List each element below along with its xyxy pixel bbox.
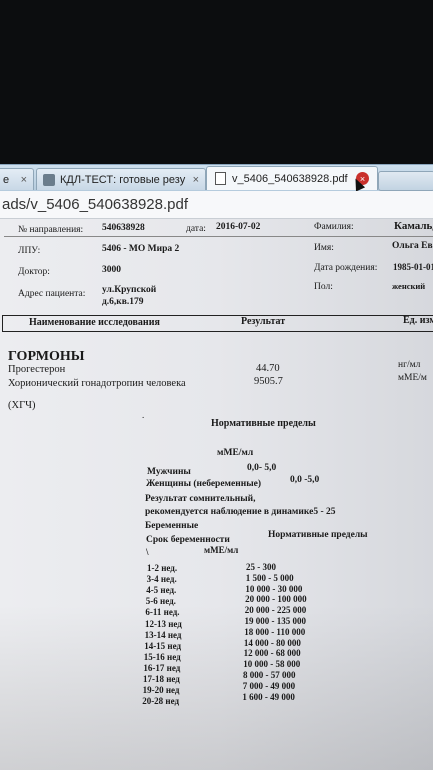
dob-value: 1985-01-01	[393, 262, 433, 272]
column-result-header: Результат	[241, 316, 286, 327]
norm-term: 17-18 нед	[143, 674, 180, 684]
column-name-header: Наименование исследования	[29, 317, 160, 328]
lpu-value: 5406 - МО Мира 2	[102, 244, 180, 254]
norm-term: 4-5 нед.	[146, 585, 177, 596]
tab-bar: e × КДЛ-ТЕСТ: готовые резу × v_5406_5406…	[0, 164, 433, 191]
norm-term: 3-4 нед.	[146, 574, 177, 585]
test-value: 44.70	[256, 363, 280, 374]
pregnant-label: Беременные	[145, 521, 199, 531]
order-value: 540638928	[102, 223, 145, 233]
norm-term: 15-16 нед	[143, 651, 181, 662]
address-line2: д.6,кв.179	[102, 297, 144, 307]
tab-title: v_5406_540638928.pdf	[232, 172, 348, 185]
date-label: дата:	[186, 224, 206, 234]
norm-range: 14 000 - 80 000	[243, 637, 301, 648]
men-label: Мужчины	[147, 467, 191, 477]
tab-title: e	[3, 173, 10, 186]
note-line1: Результат сомнительный,	[145, 494, 256, 504]
test-value: 9505.7	[254, 376, 283, 387]
close-icon[interactable]: ×	[21, 174, 27, 186]
site-favicon-icon	[43, 173, 55, 186]
norm-unit-header: мМЕ/мл	[204, 545, 239, 555]
surname-label: Фамилия:	[314, 222, 354, 232]
norm-range: 19 000 - 135 000	[244, 616, 307, 626]
document-icon	[215, 172, 226, 185]
norm-range: 10 000 - 58 000	[243, 659, 301, 670]
norm-range: 1 500 - 5 000	[245, 572, 294, 583]
name-label: Имя:	[314, 243, 334, 253]
address-bar[interactable]: ads/v_5406_540638928.pdf	[0, 191, 433, 219]
norm-term: 14-15 нед	[144, 640, 182, 651]
test-unit: нг/мл	[398, 360, 421, 370]
note-line2: рекомендуется наблюдение в динамике5 - 2…	[145, 507, 336, 517]
slash-marker: \	[146, 547, 149, 557]
test-unit: мМЕ/м	[398, 373, 427, 383]
tab-pdf-active[interactable]: v_5406_540638928.pdf ×	[206, 166, 378, 190]
name-value: Ольга Ев	[392, 241, 433, 251]
address-url: ads/v_5406_540638928.pdf	[2, 196, 189, 213]
doctor-label: Доктор:	[18, 267, 50, 277]
column-unit-header: Ед. изм	[403, 315, 433, 326]
dob-label: Дата рождения:	[314, 263, 378, 273]
address-line1: ул.Крупской	[102, 285, 157, 295]
pdf-page: № направления: 540638928 дата: 2016-07-0…	[0, 219, 433, 770]
dot-marker: .	[142, 410, 145, 420]
test-name: Хорионический гонадотропин человека	[8, 378, 186, 389]
test-name-continued: (ХГЧ)	[8, 400, 36, 411]
women-value: 0,0 -5,0	[290, 475, 320, 485]
address-label: Адрес пациента:	[18, 289, 86, 299]
section-title: ГОРМОНЫ	[8, 349, 85, 364]
order-label: № направления:	[18, 225, 84, 235]
tab-title: КДЛ-ТЕСТ: готовые резу	[60, 173, 186, 186]
norm-range: 20 000 - 225 000	[244, 605, 307, 616]
norm-term: 20-28 нед	[142, 696, 180, 707]
norm-term: 1-2 нед.	[147, 563, 178, 573]
norms-title: Нормативные пределы	[211, 418, 316, 429]
results-table-header: Наименование исследования Результат Ед. …	[2, 315, 433, 332]
norm-range: 18 000 - 110 000	[244, 626, 306, 637]
test-name: Прогестерон	[8, 364, 66, 375]
norm-range: 25 - 300	[246, 562, 276, 572]
doctor-value: 3000	[102, 265, 121, 275]
norm-term: 6-11 нед.	[145, 607, 180, 618]
norm-term: 12-13 нед	[145, 618, 182, 629]
term-header: Срок беременности	[146, 535, 230, 545]
norm-term: 16-17 нед	[143, 662, 181, 673]
norm-term: 13-14 нед	[144, 629, 182, 640]
men-value: 0,0- 5,0	[247, 463, 277, 473]
tab-kdl-results[interactable]: КДЛ-ТЕСТ: готовые резу ×	[36, 168, 206, 190]
norm-range: 7 000 - 49 000	[242, 680, 296, 691]
norm-term: 5-6 нед.	[145, 596, 176, 607]
norm-range: 10 000 - 30 000	[245, 583, 303, 594]
date-value: 2016-07-02	[216, 222, 261, 232]
tab-previous[interactable]: e ×	[0, 168, 34, 190]
women-label: Женщины (небеременные)	[146, 479, 261, 489]
norm-range: 1 600 - 49 000	[242, 691, 295, 702]
close-icon[interactable]: ×	[193, 174, 199, 186]
sex-label: Пол:	[314, 282, 333, 292]
lpu-label: ЛПУ:	[18, 246, 41, 256]
norms-unit: мМЕ/мл	[217, 448, 254, 458]
norm-range: 12 000 - 68 000	[243, 648, 301, 659]
norm-range: 20 000 - 100 000	[245, 594, 307, 605]
sex-value: женский	[392, 281, 426, 291]
norm-range-header: Нормативные пределы	[268, 530, 368, 540]
norm-term: 19-20 нед	[142, 685, 180, 696]
norm-range: 8 000 - 57 000	[243, 670, 296, 680]
divider	[4, 236, 433, 237]
surname-value: Камальд	[394, 220, 433, 232]
new-tab-button[interactable]	[378, 171, 433, 191]
